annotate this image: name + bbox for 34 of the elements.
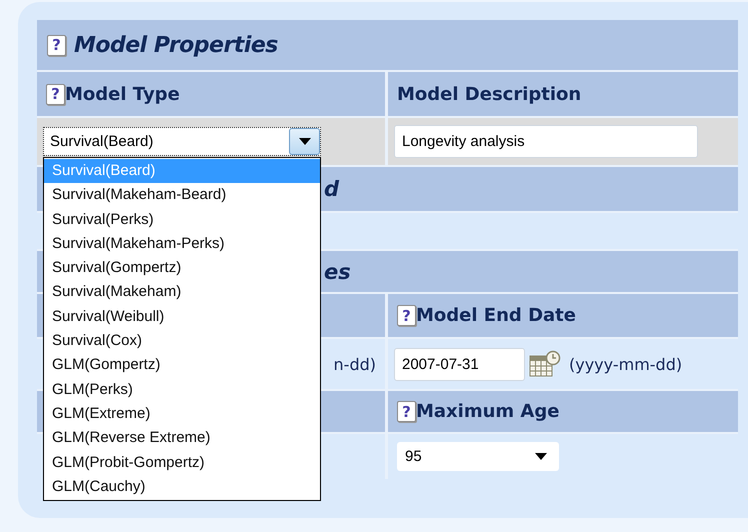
dropdown-option[interactable]: Survival(Makeham)	[44, 280, 320, 305]
help-icon[interactable]: ?	[397, 401, 416, 422]
field-label: Maximum Age	[416, 401, 560, 422]
dropdown-option[interactable]: GLM(Cauchy)	[44, 474, 320, 500]
dropdown-option[interactable]: Survival(Weibull)	[44, 304, 320, 330]
calendar-icon[interactable]	[529, 350, 561, 378]
caret-icon	[535, 453, 547, 460]
dropdown-option[interactable]: Survival(Makeham-Perks)	[44, 232, 320, 256]
section-title: d	[324, 177, 340, 201]
end-date-field[interactable]: 2007-07-31	[394, 348, 525, 380]
help-icon[interactable]: ?	[46, 84, 65, 104]
dropdown-option[interactable]: GLM(Extreme)	[44, 402, 320, 426]
field-label: Model Type	[65, 84, 180, 104]
dropdown-button[interactable]	[289, 128, 320, 155]
caret-icon	[298, 138, 310, 145]
dropdown-option[interactable]: GLM(Probit-Gompertz)	[44, 450, 320, 475]
description-field[interactable]: Longevity analysis	[394, 125, 698, 158]
maximum-age-dropdown[interactable]: 95	[397, 442, 559, 471]
dropdown-option[interactable]: Survival(Makeham-Beard)	[44, 183, 320, 208]
dropdown-option[interactable]: Survival(Perks)	[44, 208, 320, 232]
date-format-hint: (yyyy-mm-dd)	[569, 354, 682, 374]
dropdown-option[interactable]: Survival(Cox)	[44, 329, 320, 354]
dropdown-option[interactable]: GLM(Gompertz)	[44, 353, 320, 378]
help-icon[interactable]: ?	[47, 34, 66, 56]
section-title: es	[324, 260, 351, 284]
model-type-dropdown[interactable]: Survival(Beard)	[43, 127, 321, 156]
dropdown-option[interactable]: GLM(Reverse Extreme)	[44, 426, 320, 451]
field-label: Model End Date	[416, 305, 576, 326]
help-icon[interactable]: ?	[397, 305, 416, 326]
dropdown-option[interactable]: Survival(Gompertz)	[44, 256, 320, 280]
field-label: Model Description	[397, 84, 582, 104]
date-format-hint: n-dd)	[334, 354, 376, 374]
panel-title: Model Properties	[74, 32, 278, 58]
dropdown-option[interactable]: GLM(Perks)	[44, 378, 320, 402]
